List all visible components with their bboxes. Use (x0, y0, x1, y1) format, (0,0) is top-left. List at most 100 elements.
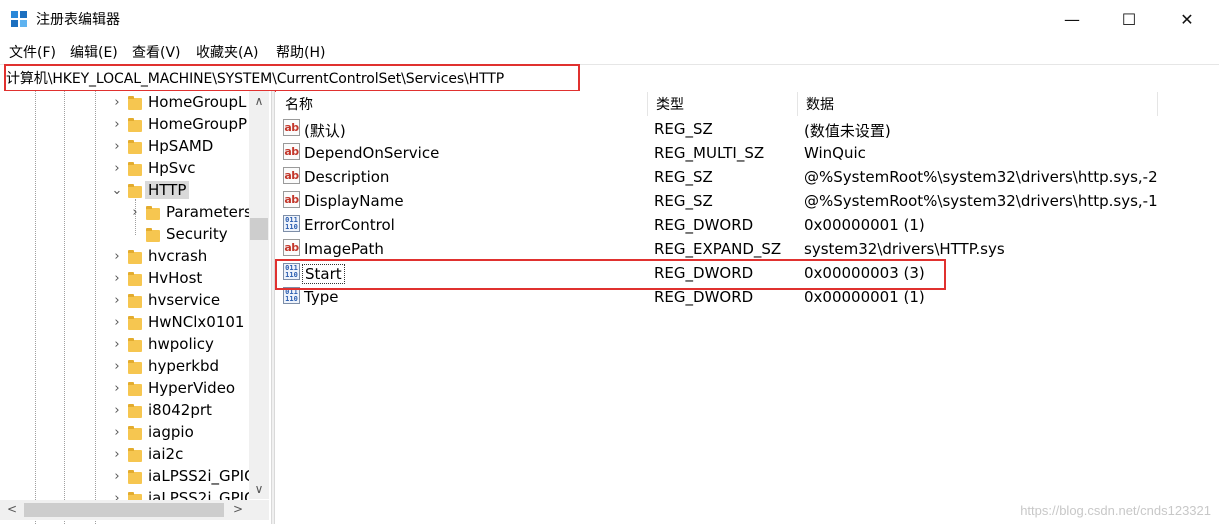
folder-icon (128, 139, 142, 154)
folder-icon (128, 293, 142, 308)
tree-item-hpsvc[interactable]: › HpSvc (110, 157, 195, 179)
expand-chevron-icon[interactable]: › (110, 117, 124, 132)
folder-icon (128, 425, 142, 440)
tree-item-iai2c[interactable]: › iai2c (110, 443, 183, 465)
expand-chevron-icon[interactable]: › (110, 381, 124, 396)
folder-icon (128, 403, 142, 418)
tree-item-hwpolicy[interactable]: › hwpolicy (110, 333, 214, 355)
value-type: REG_DWORD (654, 264, 754, 282)
tree-item-ialpss2i-gpic[interactable]: › iaLPSS2i_GPIC (110, 465, 255, 487)
folder-icon (128, 249, 142, 264)
column-header-data[interactable]: 数据 (798, 92, 1158, 116)
value-type: REG_SZ (654, 192, 713, 210)
tree-item-label: HpSAMD (148, 137, 214, 155)
tree-item-security[interactable]: Security (128, 223, 228, 245)
scroll-right-arrow-icon[interactable]: > (229, 502, 247, 518)
tree-hscroll-thumb[interactable] (24, 503, 224, 517)
column-header-name[interactable]: 名称 (277, 92, 648, 116)
menu-favorites[interactable]: 收藏夹(A) (196, 42, 259, 62)
string-value-icon: ab (283, 239, 300, 256)
tree-item-label: HpSvc (148, 159, 196, 177)
menu-help[interactable]: 帮助(H) (276, 42, 325, 62)
value-row[interactable]: ab DisplayName REG_SZ @%SystemRoot%\system3… (278, 189, 1218, 213)
pane-splitter[interactable] (271, 91, 275, 524)
value-data: system32\drivers\HTTP.sys (804, 240, 1005, 258)
folder-icon (128, 117, 142, 132)
expand-chevron-icon[interactable]: › (110, 315, 124, 330)
tree-item-label: iaLPSS2i_GPIC (148, 467, 255, 485)
value-row[interactable]: ab Description REG_SZ @%SystemRoot%\system3… (278, 165, 1218, 189)
value-row[interactable]: ab DependOnService REG_MULTI_SZ WinQuic (278, 141, 1218, 165)
tree-item-label: HomeGroupL (148, 93, 247, 111)
maximize-button[interactable]: ☐ (1106, 0, 1152, 38)
folder-icon (128, 469, 142, 484)
tree-item-hypervideo[interactable]: › HyperVideo (110, 377, 235, 399)
value-data: 0x00000001 (1) (804, 216, 925, 234)
collapse-chevron-icon[interactable]: ⌄ (110, 183, 124, 198)
tree-item-homegroupp[interactable]: › HomeGroupP (110, 113, 247, 135)
expand-chevron-icon[interactable]: › (110, 359, 124, 374)
value-name: DependOnService (304, 144, 440, 162)
tree-item-label: iagpio (148, 423, 194, 441)
string-value-icon: ab (283, 119, 300, 136)
expand-chevron-icon[interactable]: › (110, 95, 124, 110)
folder-icon (128, 447, 142, 462)
expand-chevron-icon[interactable]: › (110, 139, 124, 154)
expand-chevron-icon[interactable]: › (110, 337, 124, 352)
tree-item-label: hvcrash (148, 247, 208, 265)
expand-chevron-icon[interactable]: › (110, 293, 124, 308)
value-row[interactable]: 011 110 ErrorControl REG_DWORD 0x00000001 (… (278, 213, 1218, 237)
folder-icon (146, 205, 160, 220)
scroll-corner (249, 500, 269, 520)
minimize-button[interactable]: — (1049, 0, 1095, 38)
tree-vertical-scrollbar[interactable] (249, 91, 269, 499)
expand-chevron-icon[interactable]: › (110, 161, 124, 176)
tree-item-parameters[interactable]: › Parameters (128, 201, 251, 223)
menu-edit[interactable]: 编辑(E) (70, 42, 118, 62)
menu-view[interactable]: 查看(V) (132, 42, 181, 62)
tree-item-iagpio[interactable]: › iagpio (110, 421, 194, 443)
value-data: @%SystemRoot%\system32\drivers\http.sys,… (804, 192, 1158, 210)
value-type: REG_SZ (654, 168, 713, 186)
expand-chevron-icon[interactable]: › (110, 249, 124, 264)
value-name: Start (302, 264, 345, 284)
tree-item-hpsamd[interactable]: › HpSAMD (110, 135, 213, 157)
tree-item-http[interactable]: ⌄ HTTP (110, 179, 190, 201)
value-row[interactable]: 011 110 Type REG_DWORD 0x00000001 (1) (278, 285, 1218, 309)
tree-item-hvhost[interactable]: › HvHost (110, 267, 202, 289)
tree-item-i8042prt[interactable]: › i8042prt (110, 399, 212, 421)
column-header-type[interactable]: 类型 (648, 92, 798, 116)
folder-icon (128, 271, 142, 286)
expand-chevron-icon[interactable]: › (110, 425, 124, 440)
value-row[interactable]: ab (默认) REG_SZ (数值未设置) (278, 117, 1218, 141)
tree-item-label: HvHost (148, 269, 203, 287)
tree-scroll-thumb[interactable] (250, 218, 268, 240)
value-row[interactable]: ab ImagePath REG_EXPAND_SZ system32\drivers… (278, 237, 1218, 261)
expand-chevron-icon[interactable]: › (110, 271, 124, 286)
key-tree[interactable]: › HomeGroupL › HomeGroupP › HpSAMD › HpSvc ⌄ HTTP… (0, 91, 271, 524)
address-path[interactable]: 计算机\HKEY_LOCAL_MACHINE\SYSTEM\CurrentCon… (6, 68, 504, 88)
tree-item-label: i8042prt (148, 401, 212, 419)
menu-file[interactable]: 文件(F) (9, 42, 56, 62)
window-title: 注册表编辑器 (36, 12, 120, 28)
value-type: REG_DWORD (654, 288, 754, 306)
expand-chevron-icon[interactable]: › (110, 403, 124, 418)
value-data: @%SystemRoot%\system32\drivers\http.sys,… (804, 168, 1158, 186)
scroll-left-arrow-icon[interactable]: < (3, 502, 21, 518)
value-row[interactable]: 011 110 Start REG_DWORD 0x00000003 (3) (278, 261, 1218, 285)
scroll-up-arrow-icon[interactable]: ∧ (249, 94, 269, 112)
close-button[interactable]: ✕ (1164, 0, 1210, 38)
tree-item-hvservice[interactable]: › hvservice (110, 289, 220, 311)
value-data: WinQuic (804, 144, 866, 162)
folder-icon (128, 161, 142, 176)
tree-item-homegroupl[interactable]: › HomeGroupL (110, 91, 246, 113)
tree-item-hvcrash[interactable]: › hvcrash (110, 245, 207, 267)
address-bar[interactable]: 计算机\HKEY_LOCAL_MACHINE\SYSTEM\CurrentCon… (0, 64, 1219, 92)
tree-item-hyperkbd[interactable]: › hyperkbd (110, 355, 219, 377)
value-name: DisplayName (304, 192, 404, 210)
expand-chevron-icon[interactable]: › (110, 447, 124, 462)
expand-chevron-icon[interactable]: › (110, 469, 124, 484)
expand-chevron-icon[interactable]: › (128, 205, 142, 220)
tree-item-hwnclx0101[interactable]: › HwNClx0101 (110, 311, 244, 333)
scroll-down-arrow-icon[interactable]: ∨ (249, 482, 269, 500)
